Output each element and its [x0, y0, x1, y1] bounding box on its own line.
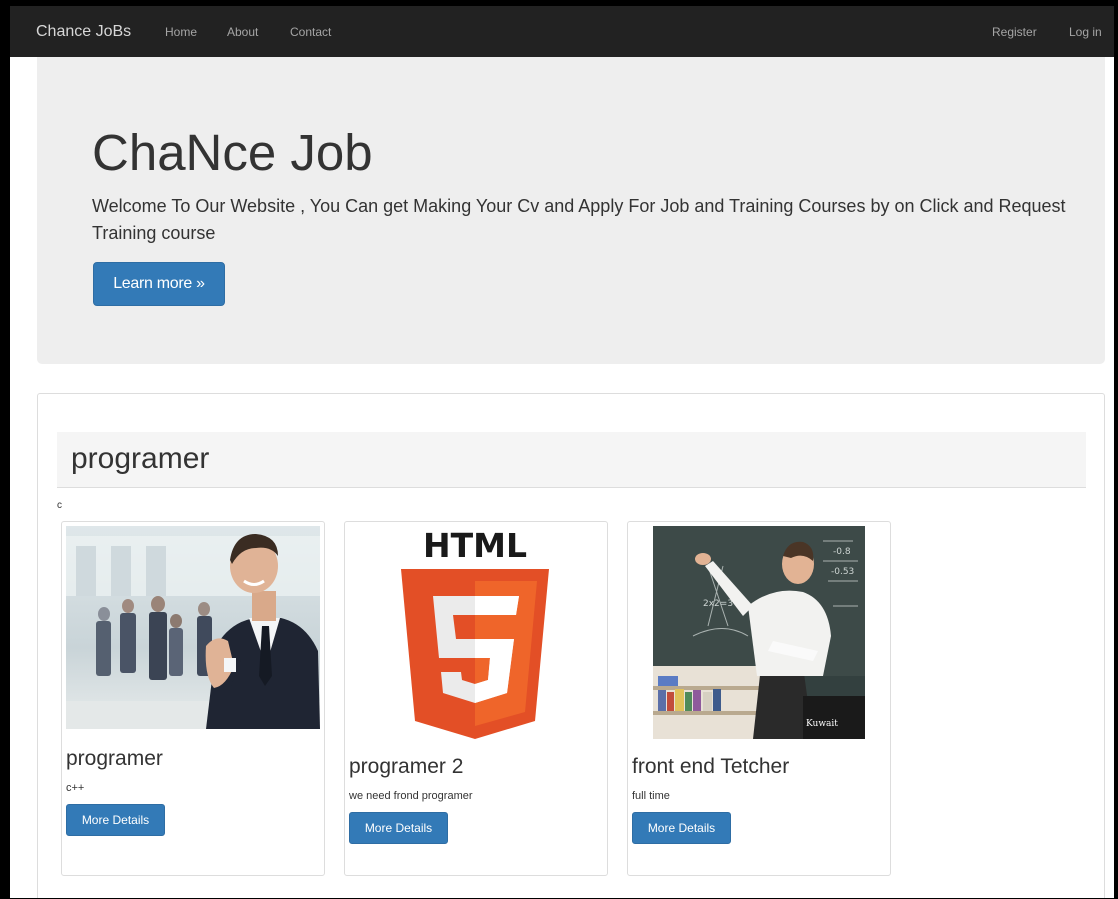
section-title: programer	[71, 442, 210, 475]
job-card: HTML programer 2 we need frond programer…	[344, 521, 608, 876]
html-logo-text: HTML	[423, 526, 527, 565]
jobs-panel: programer c programer c++ More Details H…	[37, 393, 1105, 898]
more-details-button[interactable]: More Details	[632, 812, 731, 844]
browser-page: Chance JoBs Home About Contact Register …	[10, 6, 1114, 898]
hero-jumbotron: ChaNce Job Welcome To Our Website , You …	[37, 57, 1105, 364]
learn-more-button[interactable]: Learn more »	[93, 262, 225, 306]
brand-link[interactable]: Chance JoBs	[36, 23, 131, 41]
job-card: -0.8 -0.53 2x2=3 Kuwait front end Tetche…	[627, 521, 891, 876]
job-card: programer c++ More Details	[61, 521, 325, 876]
card-title: programer 2	[349, 755, 464, 778]
more-details-button[interactable]: More Details	[66, 804, 165, 836]
kuwait-watermark: Kuwait	[806, 719, 838, 729]
nav-about-link[interactable]: About	[227, 25, 258, 39]
top-navbar: Chance JoBs Home About Contact Register …	[10, 6, 1114, 57]
section-header: programer	[57, 432, 1086, 488]
card-description: full time	[632, 790, 670, 802]
card-title: programer	[66, 747, 163, 770]
hero-text: Welcome To Our Website , You Can get Mak…	[92, 196, 1066, 243]
more-details-button[interactable]: More Details	[349, 812, 448, 844]
businessman-image	[66, 526, 320, 729]
nav-home-link[interactable]: Home	[165, 25, 197, 39]
html5-logo-image: HTML	[395, 526, 555, 739]
nav-register-link[interactable]: Register	[992, 25, 1037, 39]
card-title: front end Tetcher	[632, 755, 790, 778]
teacher-image: -0.8 -0.53 2x2=3 Kuwait	[653, 526, 865, 739]
nav-contact-link[interactable]: Contact	[290, 25, 331, 39]
card-description: c++	[66, 782, 85, 794]
hero-title: ChaNce Job	[92, 124, 373, 181]
svg-text:2x2=3: 2x2=3	[703, 599, 733, 609]
card-description: we need frond programer	[349, 790, 473, 802]
svg-text:-0.8: -0.8	[833, 547, 851, 557]
nav-login-link[interactable]: Log in	[1069, 25, 1102, 39]
svg-text:-0.53: -0.53	[831, 567, 854, 577]
stray-text: c	[57, 500, 62, 511]
